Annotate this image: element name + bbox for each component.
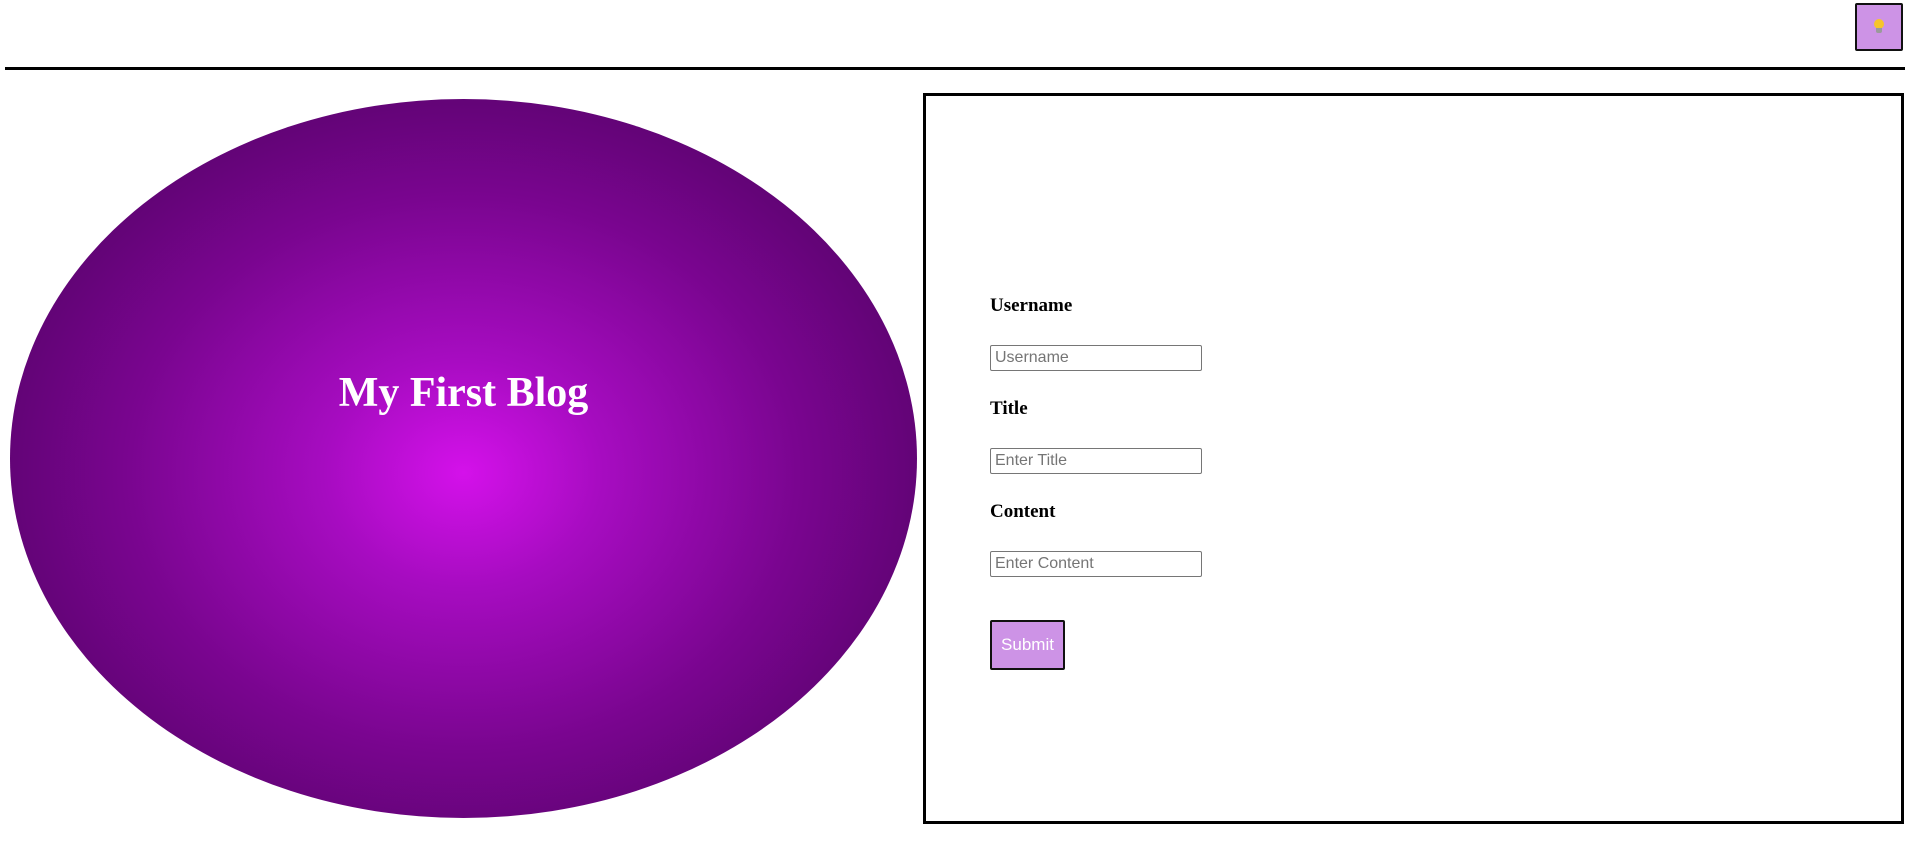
lightbulb-icon	[1873, 19, 1885, 35]
title-input[interactable]	[990, 448, 1202, 474]
hero-ellipse	[10, 99, 917, 818]
content-label: Content	[990, 501, 1056, 522]
username-input[interactable]	[990, 345, 1202, 371]
top-bar	[0, 0, 1910, 66]
content-input[interactable]	[990, 551, 1202, 577]
username-label: Username	[990, 295, 1073, 316]
submit-button[interactable]: Submit	[990, 620, 1065, 670]
title-label: Title	[990, 398, 1028, 419]
blog-title: My First Blog	[338, 370, 589, 416]
theme-toggle-button[interactable]	[1855, 3, 1903, 51]
post-form: Username Title Content Submit	[923, 93, 1904, 824]
header-divider	[5, 67, 1905, 70]
